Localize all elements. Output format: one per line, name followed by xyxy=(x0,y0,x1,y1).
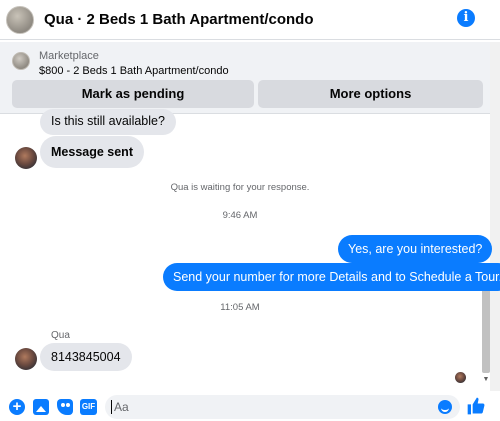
text-caret xyxy=(111,400,112,414)
waiting-status-text: Qua is waiting for your response. xyxy=(170,182,310,193)
message-input[interactable]: Aa xyxy=(105,395,460,419)
gif-icon[interactable]: GIF xyxy=(80,399,97,415)
scroll-down-arrow-icon[interactable]: ▼ xyxy=(482,376,490,384)
conversation-header: Qua · 2 Beds 1 Bath Apartment/condo xyxy=(0,0,500,40)
thumbs-up-icon[interactable] xyxy=(466,396,486,416)
plus-icon[interactable]: + xyxy=(9,399,25,415)
photo-icon[interactable] xyxy=(33,399,49,415)
timestamp: 9:46 AM xyxy=(222,210,258,221)
listing-small-thumbnail[interactable] xyxy=(12,52,30,70)
message-bubble-incoming[interactable]: 8143845004 xyxy=(40,343,132,371)
sender-name: Qua xyxy=(51,330,70,341)
mark-as-pending-button[interactable]: Mark as pending xyxy=(12,80,254,108)
scrollbar-track[interactable] xyxy=(490,42,500,391)
emoji-icon[interactable] xyxy=(438,400,452,414)
seen-receipt-avatar xyxy=(455,372,466,383)
message-bubble-outgoing[interactable]: Yes, are you interested? xyxy=(338,235,493,263)
info-icon[interactable]: i xyxy=(457,9,475,27)
message-input-placeholder: Aa xyxy=(114,400,129,414)
marketplace-label: Marketplace xyxy=(39,50,99,62)
message-text: Is this still available? xyxy=(51,114,165,128)
listing-thumbnail[interactable] xyxy=(6,5,34,34)
more-options-button[interactable]: More options xyxy=(258,80,483,108)
contact-avatar[interactable] xyxy=(15,348,37,370)
message-text: Message sent xyxy=(51,145,133,159)
scrollbar-thumb[interactable] xyxy=(482,278,490,373)
timestamp: 11:05 AM xyxy=(220,302,260,313)
message-bubble-incoming[interactable]: Message sent xyxy=(40,136,144,168)
message-bubble-incoming[interactable]: Is this still available? xyxy=(40,109,176,135)
message-bubble-outgoing[interactable]: Send your number for more Details and to… xyxy=(163,263,500,291)
message-text: 8143845004 xyxy=(51,350,121,364)
message-composer: + GIF Aa xyxy=(0,392,500,421)
listing-description[interactable]: $800 - 2 Beds 1 Bath Apartment/condo xyxy=(39,65,229,77)
contact-avatar[interactable] xyxy=(15,147,37,169)
message-text: Send your number for more Details and to… xyxy=(173,270,500,284)
message-text: Yes, are you interested? xyxy=(348,242,483,256)
sticker-icon[interactable] xyxy=(57,399,73,415)
conversation-title[interactable]: Qua · 2 Beds 1 Bath Apartment/condo xyxy=(44,11,313,28)
marketplace-listing-panel: Marketplace $800 - 2 Beds 1 Bath Apartme… xyxy=(0,42,490,114)
